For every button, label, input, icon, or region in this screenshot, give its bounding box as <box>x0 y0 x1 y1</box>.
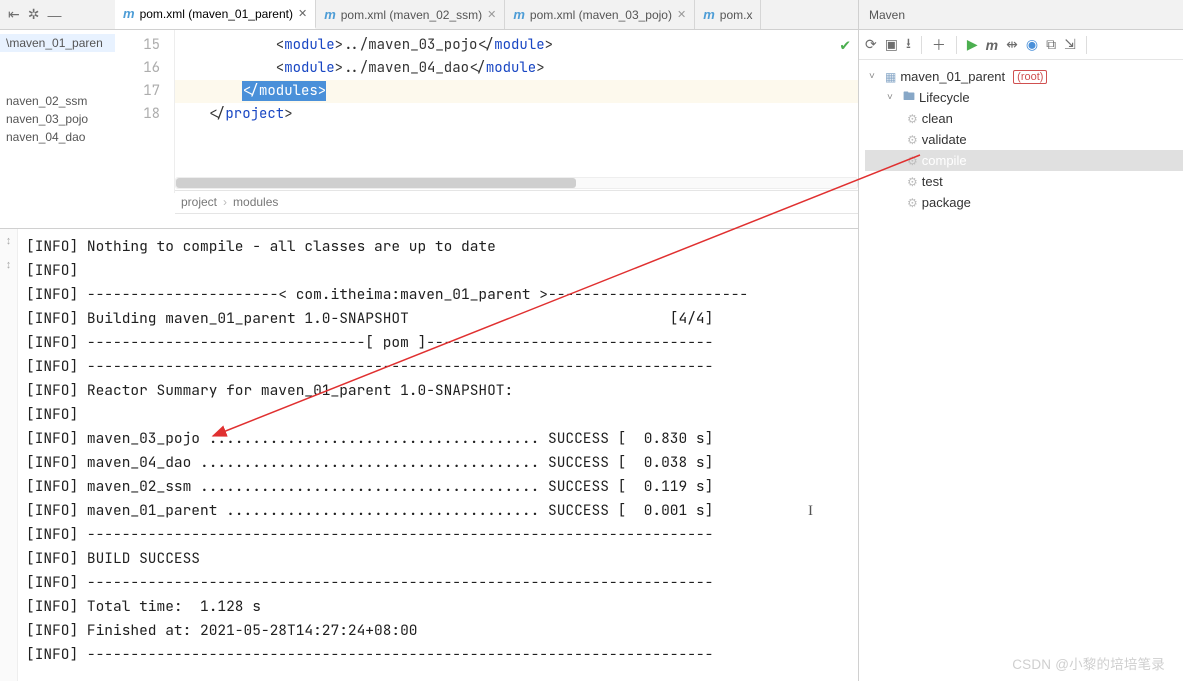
maven-project-node[interactable]: ˅ ▦ maven_01_parent (root) <box>865 66 1183 87</box>
folder-icon: 🖿 <box>903 87 915 108</box>
divider-icon: — <box>47 7 61 23</box>
code-line-current: </modules> <box>175 80 858 103</box>
watermark: CSDN @小黎的培培笔录 <box>1012 653 1165 673</box>
tab-pom-parent[interactable]: m pom.xml (maven_01_parent) ✕ <box>115 0 316 29</box>
goal-clean[interactable]: ⚙clean <box>865 108 1183 129</box>
goal-package[interactable]: ⚙package <box>865 192 1183 213</box>
maven-file-icon: m <box>123 6 135 21</box>
close-icon[interactable]: ✕ <box>487 8 496 21</box>
editor-tabs: m pom.xml (maven_01_parent) ✕ m pom.xml … <box>115 0 858 30</box>
project-toolbar: ⇤ ✲ — <box>0 0 115 30</box>
code-line: <module>../maven_04_dao</module> <box>175 57 858 80</box>
tab-pom-overflow[interactable]: m pom.x <box>695 0 761 29</box>
gear-icon: ⚙ <box>907 133 918 147</box>
tab-label: pom.xml (maven_03_pojo) <box>530 8 672 22</box>
code-body[interactable]: <module>../maven_03_pojo</module> <modul… <box>175 30 858 193</box>
chevron-down-icon[interactable]: ˅ <box>887 92 899 103</box>
chevron-down-icon[interactable]: ˅ <box>869 71 881 82</box>
gear-icon: ⚙ <box>907 112 918 126</box>
chevron-icon: › <box>223 195 227 209</box>
run-icon[interactable]: ▶ <box>967 36 978 53</box>
generate-sources-icon[interactable]: ▣ <box>885 36 898 53</box>
console-output[interactable]: [INFO] Nothing to compile - all classes … <box>26 235 852 675</box>
maven-project-icon: ▦ <box>885 70 896 84</box>
maven-file-icon: m <box>324 7 336 22</box>
goal-compile[interactable]: ⚙compile <box>865 150 1183 171</box>
build-console: ↕ ↕ [INFO] Nothing to compile - all clas… <box>0 228 858 681</box>
project-item[interactable]: naven_03_pojo <box>0 110 115 128</box>
maven-toolbar: ⟳ ▣ ⭳ ＋ ▶ m ⇹ ◉ ⧉ ⇲ <box>859 30 1183 60</box>
maven-tool-window: Maven ⟳ ▣ ⭳ ＋ ▶ m ⇹ ◉ ⧉ ⇲ ˅ ▦ maven_01_p… <box>858 0 1183 681</box>
execute-goal-icon[interactable]: m <box>986 37 998 53</box>
lifecycle-node[interactable]: ˅ 🖿 Lifecycle <box>865 87 1183 108</box>
gear-icon: ⚙ <box>907 175 918 189</box>
editor-gutter: 15 16 17 18 <box>115 30 175 193</box>
breadcrumb-item[interactable]: project <box>181 195 217 209</box>
toggle-offline-icon[interactable]: ⇹ <box>1006 36 1018 53</box>
filter-icon[interactable]: ↕ <box>0 235 17 259</box>
close-icon[interactable]: ✕ <box>677 8 686 21</box>
toggle-skip-tests-icon[interactable]: ◉ <box>1026 36 1038 53</box>
editor-horizontal-scrollbar[interactable] <box>175 177 858 189</box>
code-line: <module>../maven_03_pojo</module> <box>175 34 858 57</box>
gear-icon: ⚙ <box>907 196 918 210</box>
breadcrumb-item[interactable]: modules <box>233 195 278 209</box>
root-badge: (root) <box>1013 70 1047 84</box>
tab-pom-ssm[interactable]: m pom.xml (maven_02_ssm) ✕ <box>316 0 505 29</box>
close-icon[interactable]: ✕ <box>298 7 307 20</box>
collapse-icon[interactable]: ⇤ <box>8 6 20 23</box>
check-icon[interactable]: ✔ <box>840 34 850 55</box>
project-item[interactable]: naven_04_dao <box>0 128 115 146</box>
maven-title: Maven <box>859 0 1183 30</box>
project-item[interactable]: naven_02_ssm <box>0 92 115 110</box>
maven-file-icon: m <box>703 7 715 22</box>
project-item-parent[interactable]: \maven_01_paren <box>0 34 115 52</box>
breadcrumb: project › modules <box>175 190 858 214</box>
collapse-all-icon[interactable]: ⇲ <box>1064 36 1076 53</box>
tab-pom-pojo[interactable]: m pom.xml (maven_03_pojo) ✕ <box>505 0 695 29</box>
reload-icon[interactable]: ⟳ <box>865 36 877 53</box>
goal-test[interactable]: ⚙test <box>865 171 1183 192</box>
gear-icon: ⚙ <box>907 154 918 168</box>
tab-label: pom.x <box>720 8 753 22</box>
maven-tree[interactable]: ˅ ▦ maven_01_parent (root) ˅ 🖿 Lifecycle… <box>859 60 1183 213</box>
text-cursor: I <box>808 503 813 520</box>
console-gutter: ↕ ↕ <box>0 229 18 681</box>
code-editor[interactable]: 15 16 17 18 <module>../maven_03_pojo</mo… <box>115 30 858 193</box>
goal-validate[interactable]: ⚙validate <box>865 129 1183 150</box>
tab-label: pom.xml (maven_02_ssm) <box>341 8 482 22</box>
maven-file-icon: m <box>513 7 525 22</box>
show-deps-icon[interactable]: ⧉ <box>1046 36 1056 53</box>
project-tree[interactable]: \maven_01_paren naven_02_ssm naven_03_po… <box>0 30 115 146</box>
scrollbar-thumb[interactable] <box>176 178 576 188</box>
code-line: </project> <box>175 103 858 126</box>
filter-icon[interactable]: ↕ <box>0 259 17 283</box>
download-icon[interactable]: ⭳ <box>906 33 911 57</box>
tab-label: pom.xml (maven_01_parent) <box>140 7 293 21</box>
settings-icon[interactable]: ✲ <box>28 6 40 23</box>
add-icon[interactable]: ＋ <box>932 35 946 55</box>
